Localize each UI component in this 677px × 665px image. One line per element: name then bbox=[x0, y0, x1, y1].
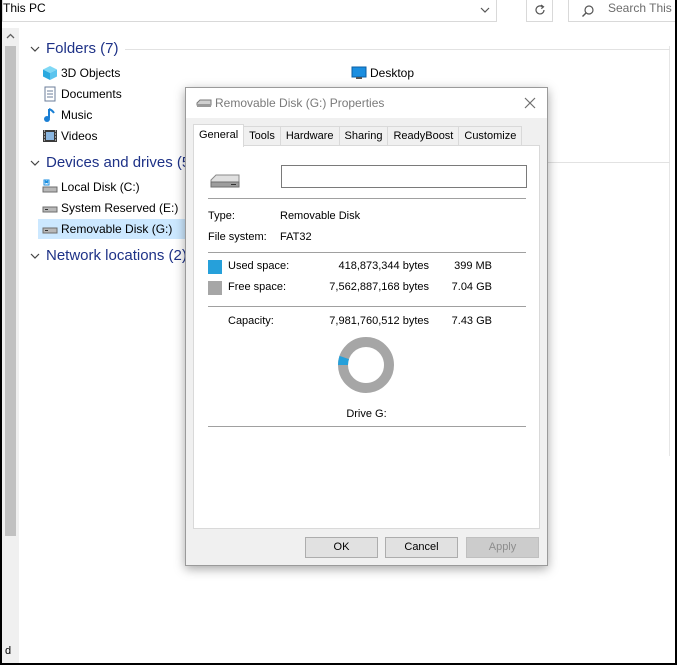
cancel-button[interactable]: Cancel bbox=[385, 537, 458, 558]
drive-caption: Drive G: bbox=[346, 408, 387, 420]
free-space-label: Free space: bbox=[228, 281, 287, 293]
folder-label: Documents bbox=[61, 87, 122, 101]
drive-label: Removable Disk (G:) bbox=[61, 222, 173, 236]
search-placeholder: Search This P bbox=[608, 1, 677, 15]
vertical-scrollbar[interactable] bbox=[2, 28, 19, 663]
folder-3d-objects[interactable]: 3D Objects bbox=[42, 63, 120, 83]
dialog-title: Removable Disk (G:) Properties bbox=[215, 96, 385, 110]
scrollbar-thumb[interactable] bbox=[5, 46, 16, 536]
folder-videos[interactable]: Videos bbox=[42, 126, 97, 146]
local-disk-icon bbox=[42, 179, 58, 193]
removable-disk-icon bbox=[210, 174, 240, 188]
volume-name-field[interactable] bbox=[281, 165, 527, 188]
chevron-down-icon[interactable] bbox=[478, 3, 492, 17]
music-note-icon bbox=[44, 108, 55, 122]
free-space-ring bbox=[338, 337, 394, 393]
group-folders-label: Folders (7) bbox=[46, 40, 119, 57]
divider bbox=[669, 46, 670, 456]
tab-customize[interactable]: Customize bbox=[459, 126, 523, 147]
refresh-button[interactable] bbox=[526, 0, 553, 22]
drive-local-c[interactable]: Local Disk (C:) bbox=[42, 177, 140, 197]
folder-label: 3D Objects bbox=[61, 66, 121, 80]
close-icon[interactable] bbox=[521, 94, 539, 112]
capacity-size: 7.43 GB bbox=[451, 315, 492, 327]
usage-donut-chart bbox=[338, 337, 394, 393]
folder-label: Music bbox=[61, 108, 93, 122]
tab-general[interactable]: General bbox=[193, 124, 245, 147]
type-value: Removable Disk bbox=[280, 210, 361, 222]
desktop-icon bbox=[351, 66, 367, 79]
tab-tools[interactable]: Tools bbox=[244, 126, 281, 147]
folder-desktop[interactable]: Desktop bbox=[351, 63, 414, 83]
dialog-title-bar[interactable]: Removable Disk (G:) Properties bbox=[186, 88, 547, 118]
divider bbox=[208, 198, 526, 199]
free-space-bytes: 7,562,887,168 bytes bbox=[329, 281, 429, 293]
refresh-icon bbox=[535, 4, 545, 15]
divider bbox=[125, 49, 670, 50]
divider bbox=[208, 306, 526, 307]
ok-button[interactable]: OK bbox=[305, 537, 378, 558]
folder-music[interactable]: Music bbox=[42, 105, 92, 125]
free-space-swatch bbox=[208, 281, 222, 295]
scroll-up-icon[interactable] bbox=[6, 32, 15, 41]
divider bbox=[208, 252, 526, 253]
search-icon bbox=[582, 5, 594, 17]
drive-label: System Reserved (E:) bbox=[61, 201, 179, 215]
used-space-size: 399 MB bbox=[454, 260, 492, 272]
group-folders[interactable]: Folders (7) bbox=[30, 40, 119, 57]
general-panel: Type: Removable Disk File system: FAT32 … bbox=[193, 145, 540, 529]
group-network-label: Network locations (2) bbox=[46, 247, 187, 264]
capacity-bytes: 7,981,760,512 bytes bbox=[329, 315, 429, 327]
free-space-size: 7.04 GB bbox=[451, 281, 492, 293]
drive-label: Local Disk (C:) bbox=[61, 180, 140, 194]
chevron-down-icon bbox=[30, 46, 40, 52]
drive-system-reserved-e[interactable]: System Reserved (E:) bbox=[42, 198, 178, 218]
tab-readyboost[interactable]: ReadyBoost bbox=[388, 126, 460, 147]
chevron-down-icon bbox=[30, 253, 40, 259]
folder-label: Videos bbox=[61, 129, 98, 143]
drive-removable-g[interactable]: Removable Disk (G:) bbox=[38, 219, 188, 239]
explorer-window: This PC Search This P Folders (7) 3D Obj… bbox=[0, 0, 677, 665]
used-space-bytes: 418,873,344 bytes bbox=[338, 260, 429, 272]
capacity-label: Capacity: bbox=[228, 315, 274, 327]
cube-icon bbox=[43, 66, 57, 80]
used-space-swatch bbox=[208, 260, 222, 274]
group-devices[interactable]: Devices and drives (5 bbox=[30, 154, 190, 171]
hard-drive-icon bbox=[42, 206, 58, 213]
file-system-label: File system: bbox=[208, 231, 267, 243]
film-strip-icon bbox=[43, 130, 57, 142]
folder-documents[interactable]: Documents bbox=[42, 84, 122, 104]
apply-button[interactable]: Apply bbox=[466, 537, 539, 558]
chevron-down-icon bbox=[30, 160, 40, 166]
status-text: d bbox=[5, 645, 12, 657]
removable-disk-icon bbox=[196, 99, 212, 107]
tab-hardware[interactable]: Hardware bbox=[280, 126, 340, 147]
folder-label: Desktop bbox=[370, 66, 415, 80]
document-icon bbox=[44, 86, 56, 102]
file-system-value: FAT32 bbox=[280, 231, 312, 243]
search-input[interactable]: Search This P bbox=[568, 0, 677, 22]
group-devices-label: Devices and drives (5 bbox=[46, 154, 191, 171]
divider bbox=[208, 426, 526, 427]
address-bar[interactable]: This PC bbox=[2, 0, 497, 22]
tab-strip: General Tools Hardware Sharing ReadyBoos… bbox=[193, 124, 523, 147]
used-space-label: Used space: bbox=[228, 260, 290, 272]
removable-disk-icon bbox=[42, 227, 58, 234]
group-network[interactable]: Network locations (2) bbox=[30, 247, 187, 264]
properties-dialog: Removable Disk (G:) Properties General T… bbox=[185, 87, 548, 566]
tab-sharing[interactable]: Sharing bbox=[339, 126, 389, 147]
type-label: Type: bbox=[208, 210, 235, 222]
used-space-arc bbox=[338, 355, 350, 366]
address-path: This PC bbox=[3, 1, 46, 15]
divider bbox=[548, 162, 670, 163]
